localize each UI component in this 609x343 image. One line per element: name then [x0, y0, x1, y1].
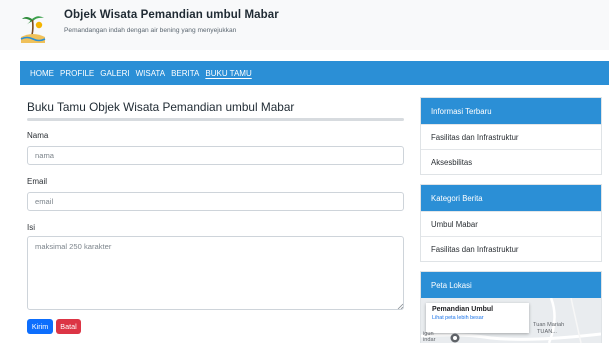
nav-home[interactable]: HOME: [30, 69, 54, 78]
name-input[interactable]: [27, 146, 404, 165]
map-info-popup: Pemandian Umbul Lihat peta lebih besar: [426, 303, 529, 333]
map-label-tuan: TUAN...: [537, 329, 557, 335]
nav-galeri[interactable]: GALERI: [100, 69, 129, 78]
beach-logo-icon: [20, 16, 46, 43]
message-label: Isi: [27, 223, 35, 232]
info-item-fasilitas[interactable]: Fasilitas dan Infrastruktur: [421, 124, 601, 149]
nav-wisata[interactable]: WISATA: [136, 69, 165, 78]
site-tagline: Pemandangan indah dengan air bening yang…: [64, 27, 237, 34]
site-header: Objek Wisata Pemandian umbul Mabar Peman…: [0, 0, 609, 50]
map-place-name: Pemandian Umbul: [432, 306, 494, 313]
submit-button[interactable]: Kirim: [27, 319, 53, 334]
email-label: Email: [27, 177, 48, 186]
cancel-button[interactable]: Batal: [56, 319, 81, 334]
message-textarea[interactable]: [27, 236, 404, 310]
category-item-fasilitas[interactable]: Fasilitas dan Infrastruktur: [421, 236, 601, 261]
nav-berita[interactable]: BERITA: [171, 69, 199, 78]
info-card-title: Informasi Terbaru: [421, 98, 601, 124]
info-item-aksesbilitas[interactable]: Aksesbilitas: [421, 149, 601, 174]
info-card: Informasi Terbaru Fasilitas dan Infrastr…: [420, 97, 602, 175]
category-item-umbul-mabar[interactable]: Umbul Mabar: [421, 211, 601, 236]
map-label-indar: indar: [423, 337, 436, 343]
map-card-title: Peta Lokasi: [421, 272, 601, 298]
site-title: Objek Wisata Pemandian umbul Mabar: [64, 9, 279, 21]
map-label-tuan-mariah: Tuan Mariah: [533, 322, 565, 328]
nav-profile[interactable]: PROFILE: [60, 69, 94, 78]
nav-buku-tamu[interactable]: BUKU TAMU: [205, 69, 251, 78]
category-card: Kategori Berita Umbul Mabar Fasilitas da…: [420, 184, 602, 262]
map-pin-icon: [450, 333, 460, 343]
resize-grip-icon[interactable]: [397, 303, 403, 309]
name-label: Nama: [27, 131, 49, 140]
page-title: Buku Tamu Objek Wisata Pemandian umbul M…: [27, 100, 295, 114]
email-input[interactable]: [27, 192, 404, 211]
main-navbar: HOME PROFILE GALERI WISATA BERITA BUKU T…: [20, 61, 609, 85]
title-divider: [27, 118, 404, 121]
category-card-title: Kategori Berita: [421, 185, 601, 211]
map-view-larger-link[interactable]: Lihat peta lebih besar: [432, 315, 523, 321]
location-map[interactable]: Pemandian Umbul Lihat peta lebih besar T…: [421, 298, 601, 343]
